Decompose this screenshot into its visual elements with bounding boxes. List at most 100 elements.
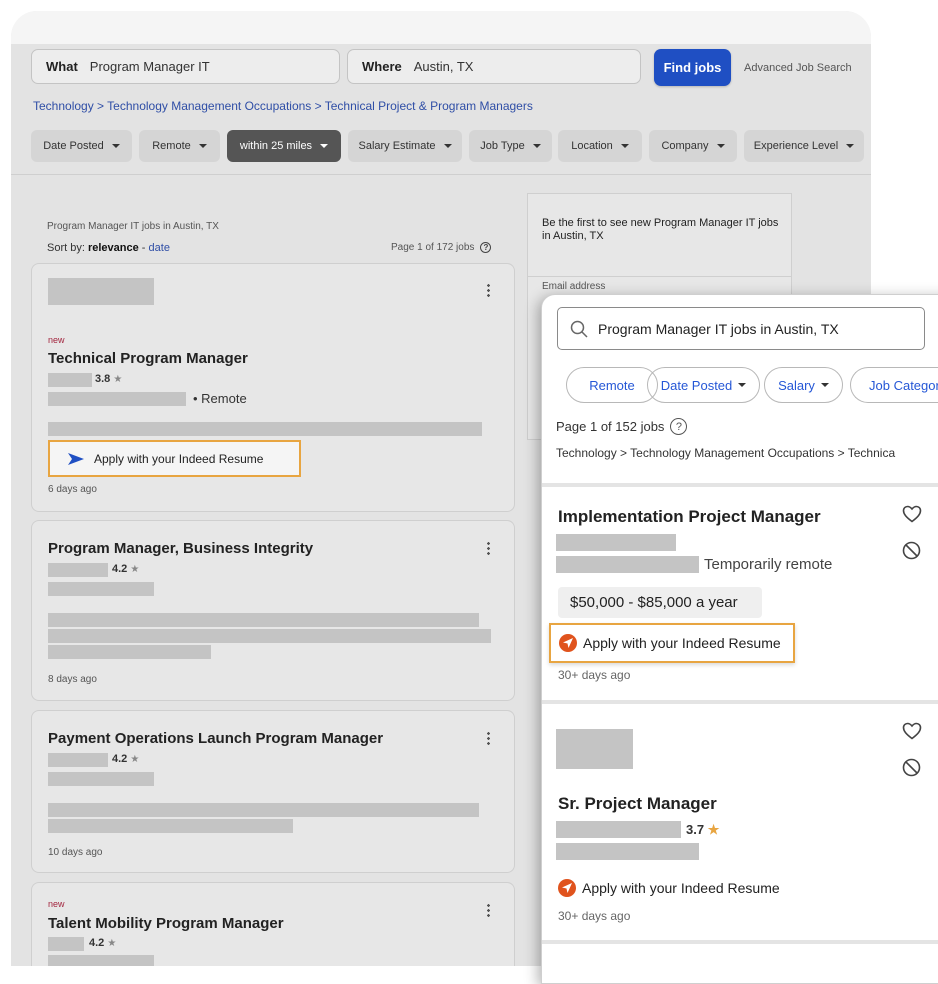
filter-job-type[interactable]: Job Type (469, 130, 552, 162)
what-label: What (46, 59, 78, 74)
company-name-placeholder (48, 563, 108, 577)
rating-value: 4.2 (89, 937, 105, 949)
sort-relevance[interactable]: relevance (88, 242, 139, 254)
mobile-job-title[interactable]: Implementation Project Manager (558, 507, 821, 527)
star-icon: ★ (130, 754, 140, 765)
filter-remote[interactable]: Remote (139, 130, 220, 162)
rating-value: 3.7 (686, 822, 705, 837)
snippet-placeholder (48, 803, 479, 817)
company-name-placeholder (556, 534, 676, 551)
posted-date: 8 days ago (48, 674, 97, 685)
company-rating: 3.8 ★ (95, 373, 122, 385)
job-title[interactable]: Talent Mobility Program Manager (48, 915, 284, 932)
job-title[interactable]: Payment Operations Launch Program Manage… (48, 730, 383, 747)
chip-label: Job Category (869, 377, 938, 393)
apply-with-indeed-resume[interactable]: Apply with your Indeed Resume (48, 440, 301, 477)
caret-down-icon (198, 144, 207, 148)
location-placeholder (48, 772, 154, 786)
snippet-placeholder (48, 629, 491, 643)
filter-label: Remote (152, 140, 191, 152)
breadcrumb[interactable]: Technology > Technology Management Occup… (33, 99, 533, 113)
more-options-icon[interactable] (487, 541, 490, 555)
filter-salary-estimate[interactable]: Salary Estimate (348, 130, 462, 162)
help-icon[interactable]: ? (670, 418, 688, 435)
mobile-chip-job-category[interactable]: Job Category (850, 367, 938, 403)
filter-label: Job Type (480, 140, 525, 152)
not-interested-icon[interactable] (902, 541, 921, 560)
not-interested-icon[interactable] (902, 758, 921, 777)
window-top-bar (11, 11, 871, 44)
job-location: • Remote (193, 391, 247, 406)
heart-icon[interactable] (902, 722, 922, 740)
chip-label: Salary (778, 377, 815, 393)
apply-with-indeed-resume[interactable]: Apply with your Indeed Resume (558, 879, 780, 897)
heart-icon[interactable] (902, 505, 922, 523)
snippet-placeholder (48, 613, 479, 627)
card-separator (542, 940, 938, 944)
job-title[interactable]: Program Manager, Business Integrity (48, 540, 313, 557)
mobile-page-info: Page 1 of 152 jobs ? (556, 418, 688, 435)
filter-location[interactable]: Location (558, 130, 642, 162)
filter-date-posted[interactable]: Date Posted (31, 130, 132, 162)
apply-label: Apply with your Indeed Resume (94, 451, 264, 466)
star-icon: ★ (113, 374, 123, 385)
caret-down-icon (820, 383, 829, 387)
company-logo-placeholder (48, 278, 154, 305)
snippet-placeholder (48, 422, 482, 436)
mobile-chip-date-posted[interactable]: Date Posted (647, 367, 760, 403)
job-card[interactable]: new Technical Program Manager 3.8 ★ • Re… (31, 263, 515, 512)
job-card[interactable]: new Talent Mobility Program Manager 4.2 … (31, 882, 515, 966)
filter-experience-level[interactable]: Experience Level (744, 130, 864, 162)
company-name-placeholder (48, 373, 92, 387)
salary-badge: $50,000 - $85,000 a year (558, 587, 762, 618)
company-rating: 3.7 ★ (686, 822, 719, 838)
filter-label: within 25 miles (239, 140, 313, 152)
mobile-chip-salary[interactable]: Salary (764, 367, 843, 403)
sort-date-link[interactable]: date (149, 242, 170, 254)
job-alert-text: Be the first to see new Program Manager … (542, 217, 779, 242)
what-input-value[interactable]: Program Manager IT (90, 59, 210, 74)
where-label: Where (362, 59, 402, 74)
where-search-field[interactable]: Where Austin, TX (347, 49, 641, 84)
more-options-icon[interactable] (487, 731, 490, 745)
apply-with-indeed-resume[interactable]: Apply with your Indeed Resume (549, 623, 795, 663)
find-jobs-button[interactable]: Find jobs (654, 49, 731, 86)
where-input-value[interactable]: Austin, TX (414, 59, 474, 74)
mobile-job-location: Temporarily remote (704, 556, 833, 573)
page-count: Page 1 of 172 jobs (391, 242, 475, 253)
mobile-job-title[interactable]: Sr. Project Manager (558, 794, 717, 814)
bullet-separator: • (193, 391, 202, 406)
more-options-icon[interactable] (487, 903, 490, 917)
mobile-search-input[interactable]: Program Manager IT jobs in Austin, TX (557, 307, 925, 350)
sort-prefix: Sort by: (47, 242, 85, 254)
star-icon: ★ (707, 822, 720, 837)
star-icon: ★ (130, 564, 140, 575)
more-options-icon[interactable] (487, 283, 490, 297)
rating-value: 4.2 (112, 563, 128, 575)
help-icon[interactable]: ? (480, 242, 492, 253)
caret-down-icon (532, 144, 541, 148)
what-search-field[interactable]: What Program Manager IT (31, 49, 340, 84)
filter-within-25-miles[interactable]: within 25 miles (227, 130, 341, 162)
search-icon (570, 320, 588, 338)
location-placeholder (556, 843, 699, 860)
rating-value: 4.2 (112, 753, 128, 765)
sort-control: Sort by: relevance - date (47, 242, 170, 254)
caret-down-icon (738, 383, 747, 387)
advanced-job-search-link[interactable]: Advanced Job Search (744, 62, 852, 74)
mobile-breadcrumb[interactable]: Technology > Technology Management Occup… (556, 446, 895, 460)
new-tag: new (48, 899, 65, 909)
filter-company[interactable]: Company (649, 130, 737, 162)
job-card[interactable]: Program Manager, Business Integrity 4.2 … (31, 520, 515, 701)
caret-down-icon (846, 144, 855, 148)
job-card[interactable]: Payment Operations Launch Program Manage… (31, 710, 515, 873)
mobile-chip-remote[interactable]: Remote (566, 367, 658, 403)
posted-date: 6 days ago (48, 484, 97, 495)
location-placeholder (48, 955, 154, 966)
posted-date: 10 days ago (48, 847, 103, 858)
mobile-screen: Program Manager IT jobs in Austin, TX Re… (541, 294, 938, 984)
filter-label: Date Posted (43, 140, 104, 152)
company-rating: 4.2 ★ (112, 753, 139, 765)
job-title[interactable]: Technical Program Manager (48, 350, 248, 367)
new-tag: new (48, 335, 65, 345)
